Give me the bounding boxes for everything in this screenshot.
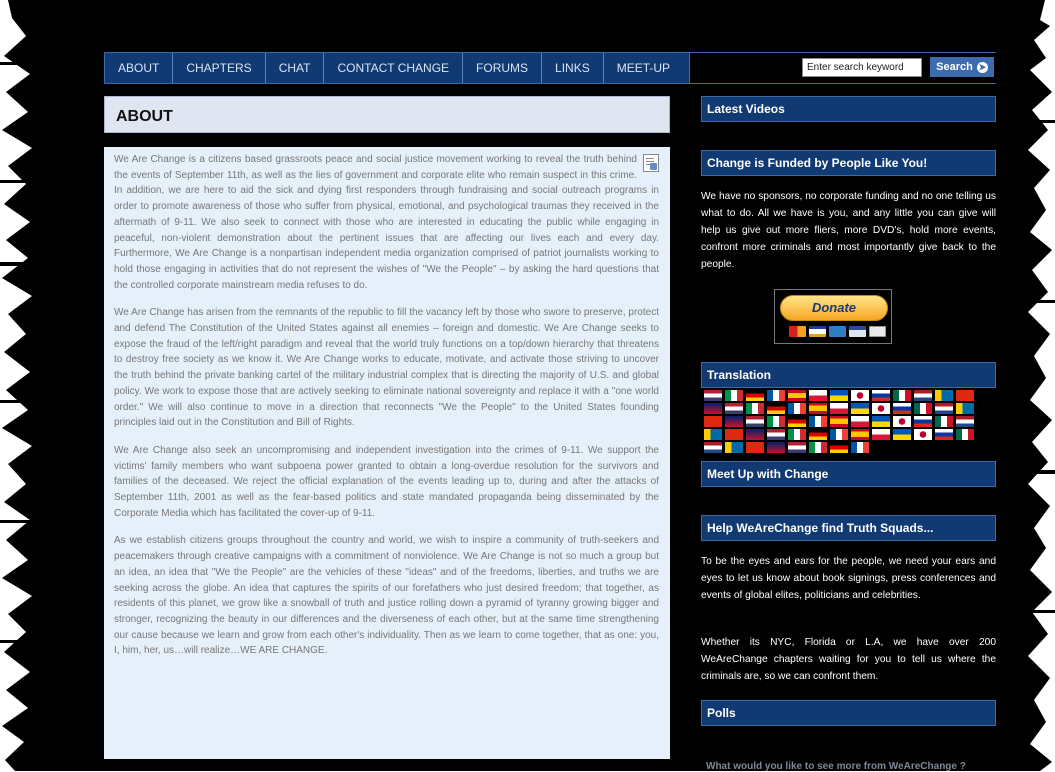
- language-flag-icon[interactable]: [809, 442, 827, 453]
- language-flag-icon[interactable]: [956, 416, 974, 427]
- language-flag-icon[interactable]: [914, 429, 932, 440]
- about-paragraph: As we establish citizens groups througho…: [114, 535, 659, 657]
- sidebar-heading-translation: Translation: [701, 362, 996, 388]
- about-paragraph: We Are Change is a citizens based grassr…: [114, 154, 659, 291]
- language-flag-icon[interactable]: [809, 390, 827, 401]
- language-flag-icon[interactable]: [725, 390, 743, 401]
- language-flag-icon[interactable]: [935, 390, 953, 401]
- amex-icon: [829, 326, 846, 337]
- language-flag-icon[interactable]: [830, 416, 848, 427]
- language-flag-icon[interactable]: [725, 416, 743, 427]
- search-button[interactable]: Search ➤: [930, 57, 994, 77]
- payment-cards: [789, 326, 886, 337]
- nav-item-chat[interactable]: CHAT: [266, 53, 325, 83]
- sidebar-heading-funded: Change is Funded by People Like You!: [701, 150, 996, 176]
- language-flag-icon[interactable]: [872, 390, 890, 401]
- bank-icon: [869, 326, 886, 337]
- language-flag-icon[interactable]: [872, 429, 890, 440]
- nav-item-links[interactable]: LINKS: [542, 53, 604, 83]
- language-flag-icon[interactable]: [914, 403, 932, 414]
- language-flag-icon[interactable]: [935, 416, 953, 427]
- page-title: ABOUT: [116, 108, 173, 125]
- language-flag-icon[interactable]: [725, 429, 743, 440]
- language-flag-icon[interactable]: [830, 442, 848, 453]
- language-flag-icon[interactable]: [935, 403, 953, 414]
- donate-widget: Donate: [774, 289, 892, 344]
- language-flag-icon[interactable]: [767, 403, 785, 414]
- sidebar-heading-latest-videos: Latest Videos: [701, 96, 996, 122]
- funded-text: We have no sponsors, no corporate fundin…: [701, 191, 996, 270]
- language-flag-icon[interactable]: [767, 442, 785, 453]
- language-flag-icon[interactable]: [893, 416, 911, 427]
- paypal-icon: [849, 326, 866, 337]
- nav-item-meet-up[interactable]: MEET-UP: [604, 53, 683, 83]
- language-flag-icon[interactable]: [851, 442, 869, 453]
- about-content: We Are Change is a citizens based grassr…: [104, 147, 670, 759]
- language-flag-icon[interactable]: [746, 429, 764, 440]
- page-title-bar: ABOUT: [104, 96, 670, 133]
- language-flag-icon[interactable]: [914, 390, 932, 401]
- language-flag-icon[interactable]: [893, 429, 911, 440]
- language-flag-icon[interactable]: [746, 390, 764, 401]
- translation-flags: [704, 390, 994, 453]
- language-flag-icon[interactable]: [851, 429, 869, 440]
- language-flag-icon[interactable]: [809, 429, 827, 440]
- language-flag-icon[interactable]: [788, 390, 806, 401]
- nav-item-forums[interactable]: FORUMS: [463, 53, 543, 83]
- language-flag-icon[interactable]: [788, 442, 806, 453]
- language-flag-icon[interactable]: [872, 403, 890, 414]
- language-flag-icon[interactable]: [830, 403, 848, 414]
- language-flag-icon[interactable]: [704, 429, 722, 440]
- language-flag-icon[interactable]: [809, 416, 827, 427]
- language-flag-icon[interactable]: [830, 429, 848, 440]
- about-paragraph: We Are Change also seek an uncompromisin…: [114, 444, 659, 519]
- language-flag-icon[interactable]: [767, 429, 785, 440]
- nav-item-chapters[interactable]: CHAPTERS: [173, 53, 266, 83]
- language-flag-icon[interactable]: [851, 390, 869, 401]
- language-flag-icon[interactable]: [851, 403, 869, 414]
- language-flag-icon[interactable]: [767, 390, 785, 401]
- language-flag-icon[interactable]: [704, 416, 722, 427]
- language-flag-icon[interactable]: [725, 442, 743, 453]
- language-flag-icon[interactable]: [746, 442, 764, 453]
- language-flag-icon[interactable]: [704, 442, 722, 453]
- sidebar-heading-truth-squads: Help WeAreChange find Truth Squads...: [701, 515, 996, 541]
- language-flag-icon[interactable]: [893, 403, 911, 414]
- about-paragraph: We Are Change has arisen from the remnan…: [114, 307, 659, 429]
- language-flag-icon[interactable]: [914, 416, 932, 427]
- language-flag-icon[interactable]: [956, 403, 974, 414]
- language-flag-icon[interactable]: [935, 429, 953, 440]
- language-flag-icon[interactable]: [704, 403, 722, 414]
- arrow-right-circle-icon: ➤: [976, 61, 988, 73]
- language-flag-icon[interactable]: [767, 416, 785, 427]
- mastercard-icon: [789, 326, 806, 337]
- language-flag-icon[interactable]: [851, 416, 869, 427]
- language-flag-icon[interactable]: [788, 416, 806, 427]
- language-flag-icon[interactable]: [956, 390, 974, 401]
- search-input[interactable]: [802, 58, 922, 77]
- language-flag-icon[interactable]: [956, 429, 974, 440]
- poll-question: What would you like to see more from WeA…: [706, 761, 966, 772]
- language-flag-icon[interactable]: [746, 403, 764, 414]
- search-button-label: Search: [936, 61, 973, 73]
- language-flag-icon[interactable]: [830, 390, 848, 401]
- nav-item-about[interactable]: ABOUT: [105, 53, 174, 83]
- language-flag-icon[interactable]: [725, 403, 743, 414]
- language-flag-icon[interactable]: [872, 416, 890, 427]
- sidebar-heading-meetup: Meet Up with Change: [701, 461, 996, 487]
- nav-item-contact-change[interactable]: CONTACT CHANGE: [324, 53, 464, 83]
- truth-squads-text: To be the eyes and ears for the people, …: [701, 556, 996, 601]
- donate-button[interactable]: Donate: [780, 295, 888, 321]
- language-flag-icon[interactable]: [788, 403, 806, 414]
- visa-icon: [809, 326, 826, 337]
- language-flag-icon[interactable]: [788, 429, 806, 440]
- truth-squads-text: Whether its NYC, Florida or L.A, we have…: [701, 637, 996, 682]
- language-flag-icon[interactable]: [746, 416, 764, 427]
- main-nav: ABOUT CHAPTERS CHAT CONTACT CHANGE FORUM…: [104, 52, 690, 84]
- sidebar-heading-polls: Polls: [701, 700, 996, 726]
- language-flag-icon[interactable]: [809, 403, 827, 414]
- language-flag-icon[interactable]: [704, 390, 722, 401]
- document-icon[interactable]: [643, 154, 659, 172]
- language-flag-icon[interactable]: [893, 390, 911, 401]
